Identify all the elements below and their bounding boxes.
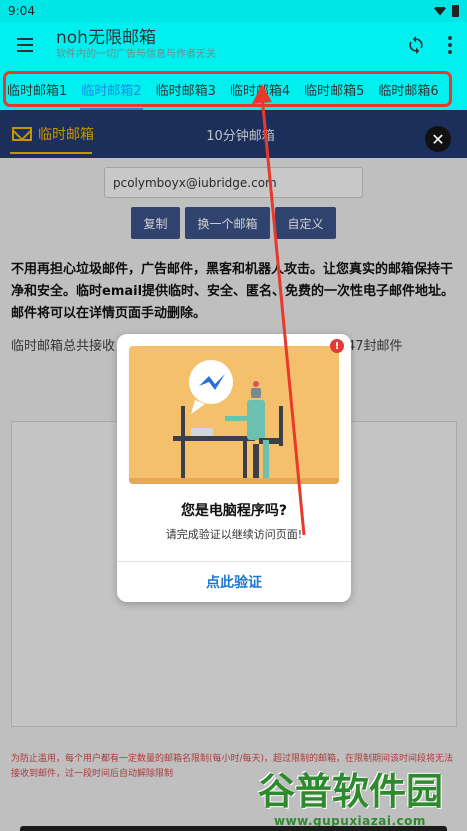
tab-5[interactable]: 临时邮箱5 bbox=[297, 68, 371, 110]
app-titles: noh无限邮箱 软件内的一切广告与信息与作者无关 bbox=[50, 28, 399, 62]
dialog-subtitle: 请完成验证以继续访问页面! bbox=[165, 528, 303, 541]
verify-button[interactable]: 点此验证 bbox=[117, 562, 351, 602]
tab-bar: 临时邮箱1 临时邮箱2 临时邮箱3 临时邮箱4 临时邮箱5 临时邮箱6 bbox=[0, 68, 467, 110]
status-time: 9:04 bbox=[8, 4, 35, 18]
watermark-main: 谷普软件园 bbox=[258, 770, 443, 813]
tab-1[interactable]: 临时邮箱1 bbox=[0, 68, 74, 110]
tab-4[interactable]: 临时邮箱4 bbox=[223, 68, 297, 110]
app-subtitle: 软件内的一切广告与信息与作者无关 bbox=[56, 49, 216, 60]
wifi-icon bbox=[434, 6, 446, 16]
battery-icon bbox=[452, 5, 459, 17]
tab-3[interactable]: 临时邮箱3 bbox=[149, 68, 223, 110]
refresh-icon[interactable] bbox=[399, 22, 433, 68]
captcha-dialog: ! 您是电脑程序吗? 请完成验证以继续访问页面! 点此验证 bbox=[117, 334, 351, 602]
app-title: noh无限邮箱 bbox=[56, 28, 156, 48]
gesture-bar bbox=[20, 826, 447, 831]
tab-6[interactable]: 临时邮箱6 bbox=[371, 68, 445, 110]
robot-illustration bbox=[129, 346, 339, 484]
status-bar: 9:04 bbox=[0, 0, 467, 22]
app-bar: noh无限邮箱 软件内的一切广告与信息与作者无关 bbox=[0, 22, 467, 68]
close-icon[interactable]: ✕ bbox=[425, 126, 451, 152]
more-vert-icon[interactable] bbox=[433, 22, 467, 68]
hamburger-icon[interactable] bbox=[0, 22, 50, 68]
dialog-title: 您是电脑程序吗? bbox=[180, 503, 288, 519]
tab-2[interactable]: 临时邮箱2 bbox=[74, 68, 148, 110]
alert-icon: ! bbox=[330, 339, 344, 353]
watermark: 谷普软件园 www.gupuxiazai.com bbox=[258, 770, 463, 828]
